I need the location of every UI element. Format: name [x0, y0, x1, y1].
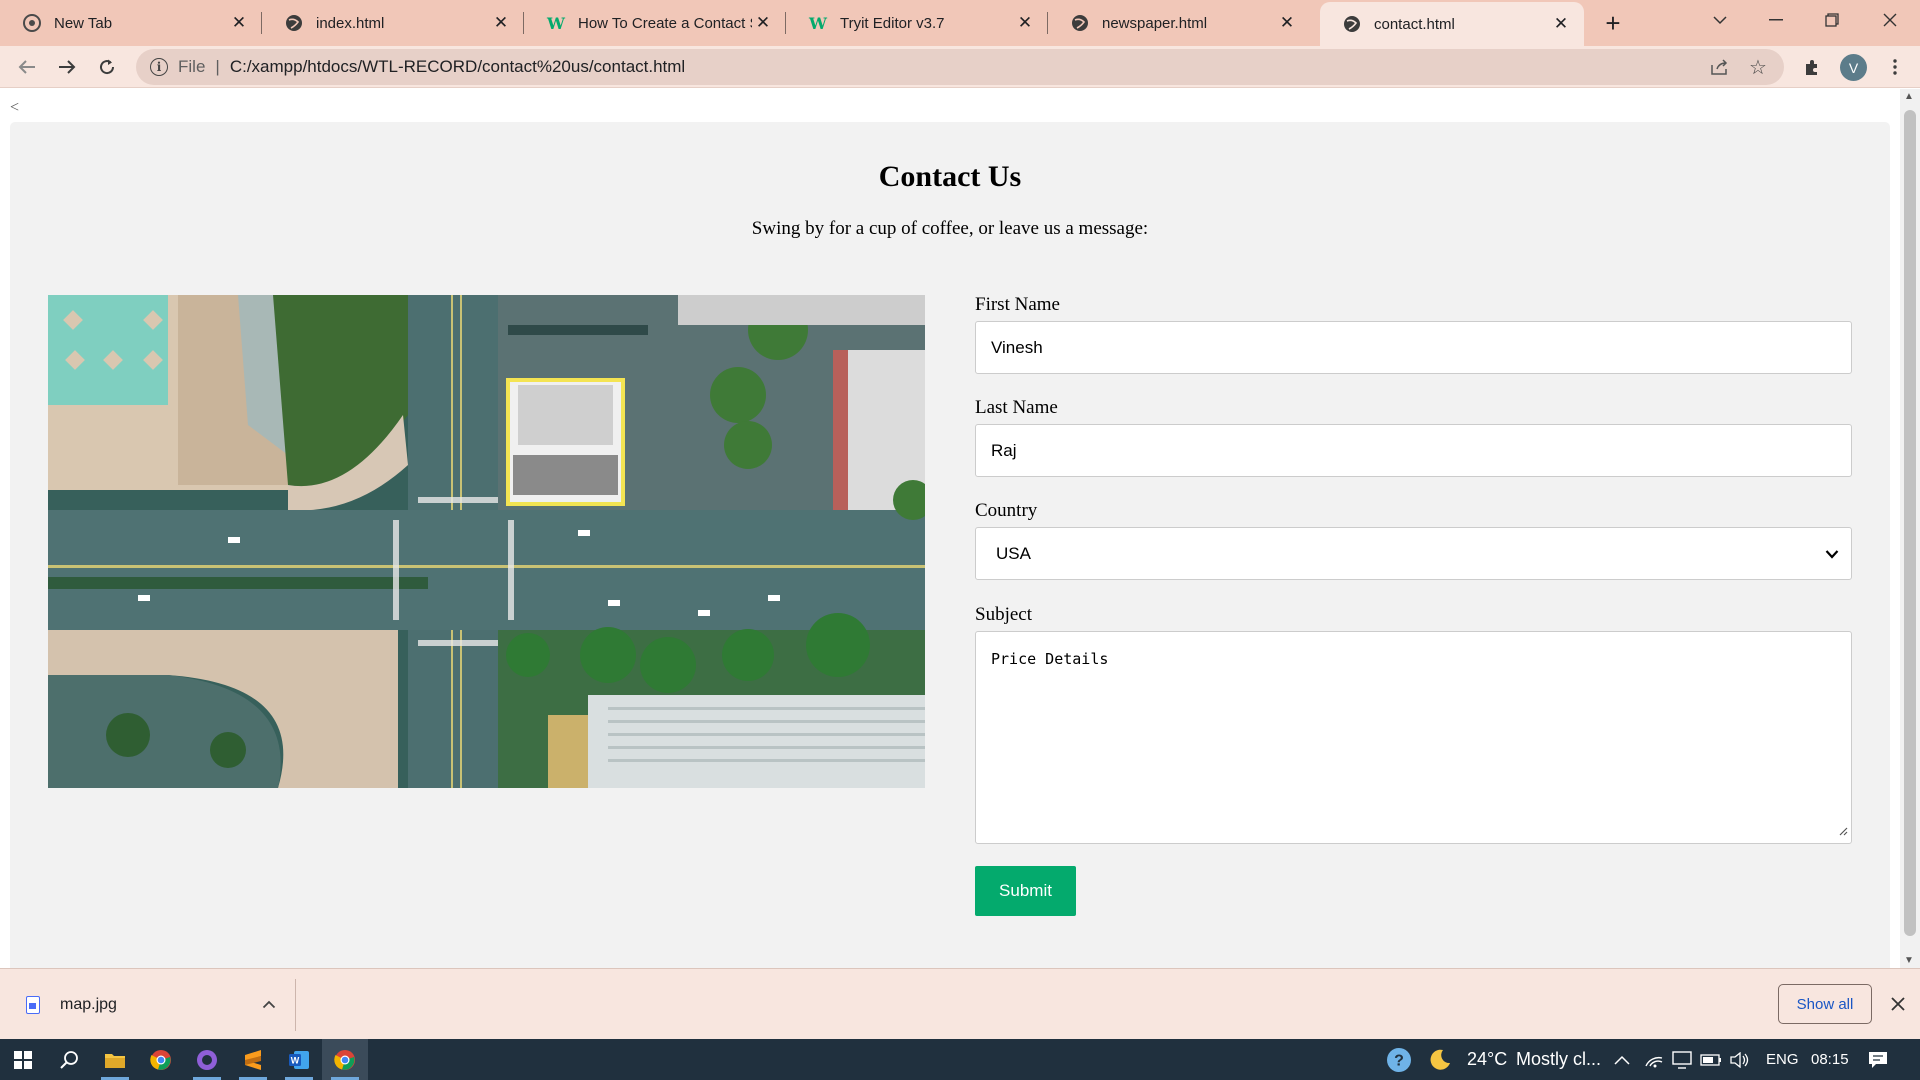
- download-file-name: map.jpg: [60, 995, 117, 1013]
- battery-icon[interactable]: [1700, 1039, 1722, 1080]
- close-window-icon[interactable]: [1862, 0, 1918, 40]
- tab-title: Tryit Editor v3.7: [840, 14, 945, 32]
- tab-new-tab[interactable]: New Tab ✕: [0, 0, 262, 46]
- forward-arrow-icon[interactable]: [52, 52, 82, 82]
- scrollbar-thumb[interactable]: [1904, 110, 1916, 936]
- country-selected-value: USA: [996, 543, 1031, 563]
- chevron-down-icon: [1825, 544, 1839, 564]
- close-icon[interactable]: ✕: [490, 12, 512, 34]
- weather-temperature[interactable]: 24°C: [1467, 1039, 1507, 1080]
- word-icon[interactable]: W: [276, 1039, 322, 1080]
- tab-title: newspaper.html: [1102, 14, 1208, 32]
- tab-title: contact.html: [1374, 15, 1455, 33]
- page-title: Contact Us: [878, 160, 1022, 193]
- network-icon[interactable]: [1672, 1039, 1692, 1080]
- last-name-label: Last Name: [975, 397, 1058, 418]
- country-select[interactable]: USA: [975, 527, 1852, 580]
- close-icon[interactable]: ✕: [1276, 12, 1298, 34]
- page-tagline: Swing by for a cup of coffee, or leave u…: [751, 218, 1149, 239]
- reload-icon[interactable]: [92, 52, 122, 82]
- minimize-icon[interactable]: [1748, 0, 1804, 40]
- search-icon[interactable]: [46, 1039, 92, 1080]
- w3schools-icon: W: [809, 13, 827, 33]
- tab-tryit-editor[interactable]: W Tryit Editor v3.7 ✕: [786, 0, 1048, 46]
- volume-icon[interactable]: [1730, 1039, 1750, 1080]
- first-name-input[interactable]: Vinesh: [975, 321, 1852, 374]
- windows-start-icon[interactable]: [0, 1039, 46, 1080]
- tab-index[interactable]: index.html ✕: [262, 0, 524, 46]
- page-scrollbar[interactable]: ▲ ▼: [1900, 89, 1920, 968]
- close-icon[interactable]: [1885, 991, 1911, 1017]
- first-name-label: First Name: [975, 294, 1060, 315]
- globe-icon: [284, 13, 304, 33]
- extensions-icon[interactable]: [1797, 52, 1827, 82]
- submit-button[interactable]: Submit: [975, 866, 1076, 916]
- w3schools-icon: W: [547, 13, 565, 33]
- tab-how-to-contact[interactable]: W How To Create a Contact Se ✕: [524, 0, 786, 46]
- weather-moon-icon[interactable]: [1428, 1039, 1452, 1080]
- show-all-button[interactable]: Show all: [1778, 984, 1872, 1024]
- tab-title: How To Create a Contact Se: [578, 14, 752, 32]
- chrome-icon: [22, 13, 42, 33]
- scroll-down-arrow-icon[interactable]: ▼: [1904, 955, 1914, 966]
- language-indicator[interactable]: ENG: [1766, 1039, 1799, 1080]
- tab-newspaper[interactable]: newspaper.html ✕: [1048, 0, 1310, 46]
- scroll-up-arrow-icon[interactable]: ▲: [1904, 91, 1914, 102]
- sublime-text-icon[interactable]: [230, 1039, 276, 1080]
- page-viewport: < Contact Us Swing by for a cup of coffe…: [0, 89, 1900, 968]
- new-tab-button[interactable]: +: [1598, 8, 1628, 38]
- tab-title: index.html: [316, 14, 385, 32]
- last-name-input[interactable]: Raj: [975, 424, 1852, 477]
- chrome-active-taskbar-icon[interactable]: [322, 1039, 368, 1080]
- tab-title: New Tab: [54, 14, 113, 32]
- restore-icon[interactable]: [1804, 0, 1860, 40]
- github-icon[interactable]: [184, 1039, 230, 1080]
- tab-search-icon[interactable]: [1692, 0, 1748, 40]
- contact-container: Contact Us Swing by for a cup of coffee,…: [10, 122, 1890, 968]
- back-link[interactable]: <: [10, 99, 19, 117]
- menu-kebab-icon[interactable]: [1880, 52, 1910, 82]
- url-text: C:/xampp/htdocs/WTL-RECORD/contact%20us/…: [229, 57, 686, 76]
- file-explorer-icon[interactable]: [92, 1039, 138, 1080]
- aerial-map-image: [48, 295, 925, 788]
- url-scheme: File: [178, 57, 206, 76]
- image-file-icon: [26, 995, 40, 1014]
- country-label: Country: [975, 500, 1038, 521]
- download-bar: map.jpg Show all: [0, 968, 1920, 1039]
- chevron-up-icon[interactable]: [256, 991, 282, 1017]
- clock[interactable]: 08:15: [1811, 1039, 1849, 1080]
- globe-icon: [1342, 14, 1362, 34]
- globe-icon: [1070, 13, 1090, 33]
- bookmark-star-icon[interactable]: ☆: [1744, 53, 1772, 81]
- chrome-taskbar-icon[interactable]: [138, 1039, 184, 1080]
- wifi-icon[interactable]: [1644, 1039, 1664, 1080]
- profile-avatar[interactable]: V: [1840, 54, 1867, 81]
- close-icon[interactable]: ✕: [752, 12, 774, 34]
- tab-strip: New Tab ✕ index.html ✕ W How To Create a…: [0, 0, 1920, 46]
- address-bar[interactable]: i File | C:/xampp/htdocs/WTL-RECORD/cont…: [136, 49, 1784, 85]
- notifications-icon[interactable]: [1868, 1039, 1888, 1080]
- svg-text:W: W: [291, 1055, 300, 1065]
- chevron-up-icon[interactable]: [1614, 1039, 1630, 1080]
- svg-text:?: ?: [1394, 1052, 1404, 1069]
- close-icon[interactable]: ✕: [1550, 13, 1572, 35]
- info-icon[interactable]: i: [150, 58, 168, 76]
- back-arrow-icon[interactable]: [12, 52, 42, 82]
- close-icon[interactable]: ✕: [1014, 12, 1036, 34]
- subject-label: Subject: [975, 604, 1032, 625]
- windows-taskbar: W ? 24°C Mostly cl... ENG 08:15: [0, 1039, 1920, 1080]
- share-icon[interactable]: [1706, 53, 1734, 81]
- subject-text: Price Details: [991, 650, 1109, 668]
- download-item[interactable]: map.jpg: [26, 969, 117, 1040]
- browser-toolbar: i File | C:/xampp/htdocs/WTL-RECORD/cont…: [0, 46, 1920, 88]
- resize-grip-icon[interactable]: [1838, 822, 1848, 840]
- subject-textarea[interactable]: Price Details: [975, 631, 1852, 844]
- weather-description[interactable]: Mostly cl...: [1516, 1039, 1601, 1080]
- help-icon[interactable]: ?: [1386, 1039, 1412, 1080]
- tab-contact[interactable]: contact.html ✕: [1320, 2, 1584, 46]
- close-icon[interactable]: ✕: [228, 12, 250, 34]
